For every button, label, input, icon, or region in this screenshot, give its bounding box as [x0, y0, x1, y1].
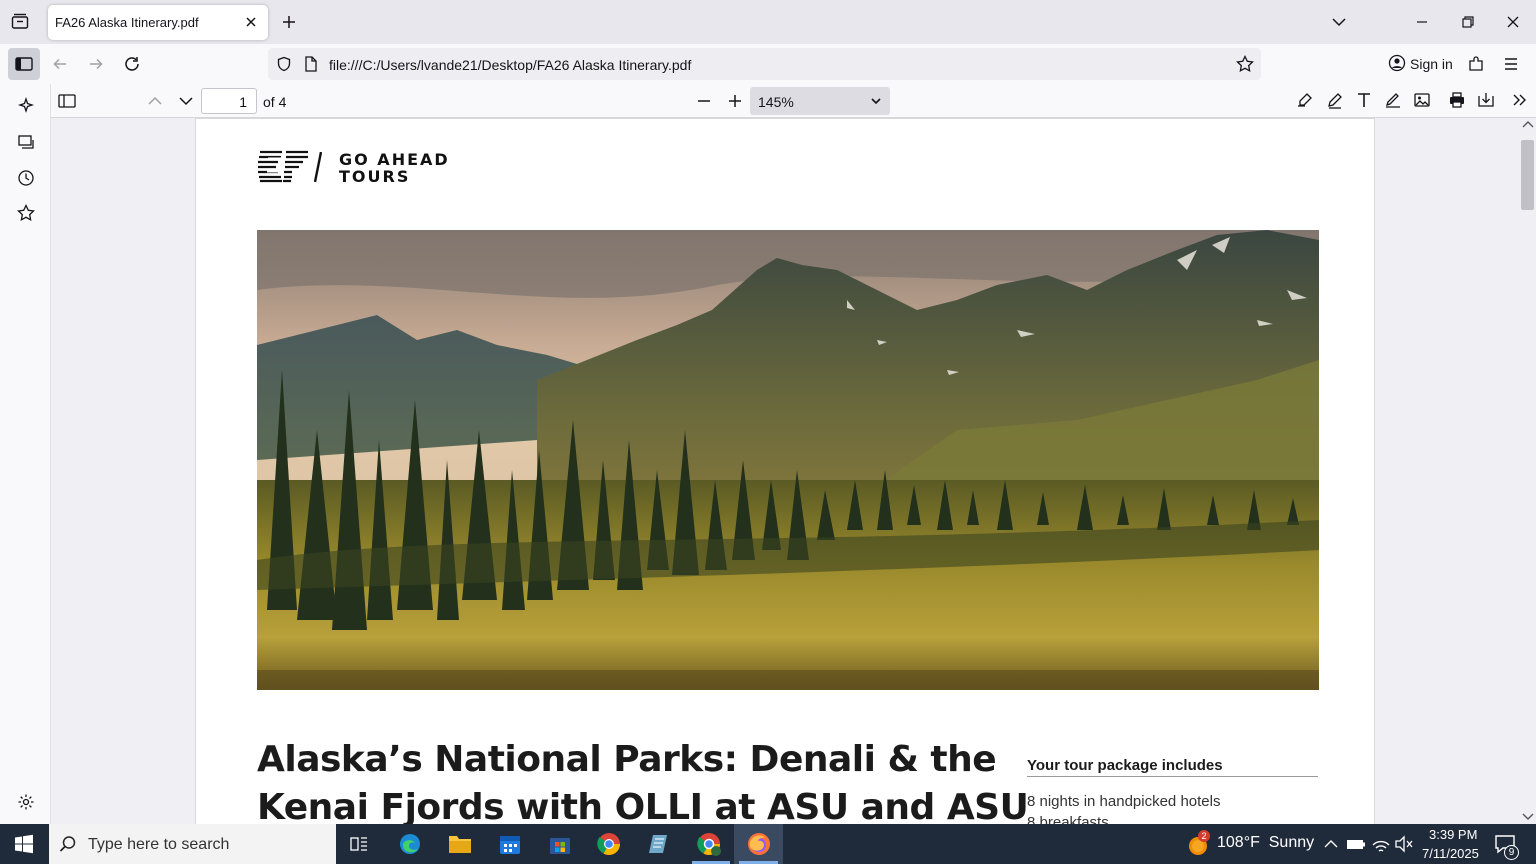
pdf-page: GO AHEAD TOURS Alaska’s National Parks: …: [195, 118, 1375, 824]
url-bar[interactable]: file:///C:/Users/lvande21/Desktop/FA26 A…: [268, 48, 1261, 80]
highlight-tool-icon[interactable]: [1296, 91, 1314, 109]
synced-tabs-icon[interactable]: [17, 133, 35, 151]
volume-muted-icon[interactable]: [1394, 835, 1414, 853]
close-window-icon[interactable]: [1505, 14, 1521, 30]
back-icon[interactable]: [52, 56, 68, 72]
ai-chatbot-icon[interactable]: [17, 97, 35, 115]
package-item: 8 nights in handpicked hotels: [1027, 793, 1221, 810]
list-all-tabs-chevron-icon[interactable]: [1331, 14, 1347, 30]
battery-icon[interactable]: [1346, 836, 1366, 852]
hidden-icons-chevron-icon[interactable]: [1324, 838, 1338, 850]
task-view-icon[interactable]: [349, 834, 369, 854]
chrome-profile-app-icon[interactable]: [697, 832, 721, 856]
package-item: 8 breakfasts: [1027, 814, 1109, 824]
sign-in-button[interactable]: Sign in: [1382, 50, 1454, 78]
toggle-pdf-sidebar-icon[interactable]: [58, 93, 76, 109]
save-download-icon[interactable]: [1477, 91, 1495, 109]
zoom-value: 145%: [758, 94, 794, 110]
edge-app-icon[interactable]: [398, 832, 422, 856]
clock-date[interactable]: 7/11/2025: [1422, 846, 1479, 861]
restore-icon[interactable]: [1460, 14, 1476, 30]
next-page-icon[interactable]: [178, 94, 194, 108]
tab-title: FA26 Alaska Itinerary.pdf: [55, 15, 199, 30]
browser-sidebar: [0, 84, 51, 824]
bookmarks-icon[interactable]: [17, 204, 35, 222]
scroll-up-arrow-icon[interactable]: [1522, 120, 1534, 130]
previous-page-icon[interactable]: [147, 94, 163, 108]
forward-icon[interactable]: [88, 56, 104, 72]
reload-icon[interactable]: [123, 55, 141, 73]
image-tool-icon[interactable]: [1413, 91, 1431, 109]
pdf-viewer[interactable]: GO AHEAD TOURS Alaska’s National Parks: …: [51, 118, 1520, 824]
new-tab-icon[interactable]: [281, 14, 297, 30]
zoom-out-icon[interactable]: [696, 93, 712, 109]
vertical-scrollbar[interactable]: [1520, 118, 1536, 824]
menu-icon[interactable]: [1503, 56, 1519, 72]
search-placeholder: Type here to search: [88, 836, 230, 853]
chevron-down-icon: [870, 95, 882, 107]
customize-sidebar-gear-icon[interactable]: [17, 793, 35, 811]
scroll-down-arrow-icon[interactable]: [1522, 811, 1534, 821]
clock-time[interactable]: 3:39 PM: [1429, 827, 1477, 842]
taskbar-search-box[interactable]: Type here to search: [49, 824, 336, 864]
file-icon: [304, 56, 318, 72]
alaska-landscape-photo: [257, 230, 1319, 690]
tab-list-icon[interactable]: [10, 12, 30, 32]
windows-start-icon[interactable]: [14, 834, 34, 854]
package-heading: Your tour package includes: [1027, 757, 1223, 774]
draw-tool-icon[interactable]: [1326, 91, 1344, 109]
shield-icon[interactable]: [276, 56, 292, 72]
signature-tool-icon[interactable]: [1384, 91, 1402, 109]
minimize-icon[interactable]: [1414, 14, 1430, 30]
zoom-select[interactable]: 145%: [750, 87, 890, 115]
notes-app-icon[interactable]: [647, 832, 671, 856]
sign-in-label: Sign in: [1410, 56, 1453, 72]
firefox-app-active[interactable]: [734, 824, 783, 864]
calendar-app-icon[interactable]: [498, 832, 522, 856]
scrollbar-thumb[interactable]: [1521, 140, 1534, 210]
tools-chevron-icon[interactable]: [1511, 92, 1529, 108]
microsoft-store-icon[interactable]: [548, 832, 572, 856]
notification-count-badge: 9: [1504, 845, 1519, 860]
file-explorer-icon[interactable]: [448, 833, 472, 855]
weather-badge: 2: [1198, 830, 1210, 842]
sidebar-toggle-icon[interactable]: [8, 48, 40, 80]
chrome-app-icon[interactable]: [597, 832, 621, 856]
package-divider: [1027, 776, 1318, 777]
logo-text-line2: TOURS: [339, 167, 411, 186]
url-text[interactable]: file:///C:/Users/lvande21/Desktop/FA26 A…: [329, 57, 691, 73]
history-icon[interactable]: [17, 169, 35, 187]
print-icon[interactable]: [1448, 91, 1466, 109]
wifi-icon[interactable]: [1371, 835, 1391, 853]
bookmark-star-icon[interactable]: [1236, 55, 1254, 73]
itinerary-heading-line2: Kenai Fjords with OLLI at ASU and ASU: [257, 787, 1029, 824]
itinerary-heading-line1: Alaska’s National Parks: Denali & the: [257, 739, 997, 780]
ef-logo: [256, 149, 310, 183]
extensions-icon[interactable]: [1467, 55, 1485, 73]
page-number-input[interactable]: 1: [201, 88, 257, 114]
account-icon: [1388, 54, 1406, 72]
tab-active[interactable]: FA26 Alaska Itinerary.pdf: [48, 5, 268, 40]
firefox-app-icon: [747, 832, 771, 856]
page-count: of 4: [263, 94, 287, 110]
tab-close-icon[interactable]: [244, 15, 258, 29]
logo-divider: [314, 152, 322, 182]
text-tool-icon[interactable]: [1355, 91, 1373, 109]
search-icon: [59, 835, 77, 853]
zoom-in-icon[interactable]: [727, 93, 743, 109]
weather-text[interactable]: 108°F Sunny: [1217, 834, 1314, 852]
